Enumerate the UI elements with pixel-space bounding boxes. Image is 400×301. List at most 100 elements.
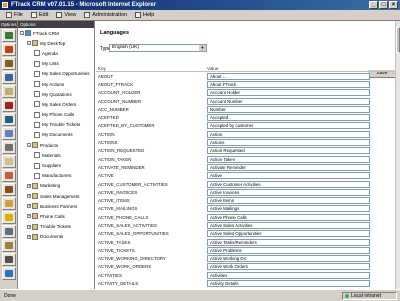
window-controls: _ □ × (369, 1, 398, 9)
row-value-input[interactable]: Active Sales Activities (207, 221, 370, 229)
expand-icon[interactable]: + (27, 224, 31, 229)
tree-node[interactable]: Agenda (18, 48, 94, 58)
toolbar-chart-button[interactable] (2, 127, 16, 140)
toolbar-book-button[interactable] (2, 57, 16, 70)
row-value-input[interactable]: Accepted (207, 114, 370, 122)
row-value-input[interactable]: Activate Reminder (207, 163, 370, 171)
tree-node[interactable]: My Sales Opportunities (18, 69, 94, 79)
row-value-input[interactable]: Active Tasks/Reminders (207, 238, 370, 246)
menu-help[interactable]: Help (132, 11, 157, 20)
menu-edit[interactable]: Edit (28, 11, 51, 20)
row-key: ACTIVE_WORKING_DIRECTORY (98, 256, 166, 262)
row-value-input[interactable]: Number (207, 105, 370, 113)
people-icon (5, 172, 13, 179)
tree-node[interactable]: Suppliers (18, 160, 94, 170)
row-value-input[interactable]: Active Invoices (207, 188, 370, 196)
tree-node[interactable]: Manufacturers (18, 171, 94, 181)
row-value-input[interactable]: Actions (207, 139, 370, 147)
row-value-input[interactable]: Account Holder (207, 89, 370, 97)
row-value-input[interactable]: Active Customer Activities (207, 180, 370, 188)
vertical-scrollbar[interactable] (395, 21, 400, 289)
chevron-down-icon[interactable]: ▼ (199, 45, 206, 51)
row-value-input[interactable]: Active Phone Calls (207, 213, 370, 221)
tree-node[interactable]: My Sales Orders (18, 99, 94, 109)
row-value-input[interactable]: Activity Details (207, 280, 370, 288)
minimize-button[interactable]: _ (369, 1, 378, 9)
row-value-input[interactable]: Activities (207, 271, 370, 279)
type-select[interactable]: English (UK) ▼ (109, 44, 207, 52)
table-row: ACEPTED Accepted (96, 113, 400, 122)
row-value-input[interactable]: Account Number (207, 97, 370, 105)
printer-icon (5, 256, 13, 263)
toolbar-people-button[interactable] (2, 169, 16, 182)
expand-icon[interactable]: + (27, 234, 31, 239)
expand-icon[interactable]: + (27, 194, 31, 199)
tree-node[interactable]: + Documents (18, 232, 94, 242)
row-value-input[interactable]: Active Problems (207, 246, 370, 254)
expand-icon[interactable]: + (27, 204, 31, 209)
toolbar-key-button[interactable] (2, 239, 16, 252)
toolbar-folder-button[interactable] (2, 197, 16, 210)
tree-node[interactable]: My Lists (18, 59, 94, 69)
toolbar-tools-button[interactable] (2, 141, 16, 154)
row-value-input[interactable]: Active Items (207, 197, 370, 205)
tree-node[interactable]: My Documents (18, 130, 94, 140)
expand-icon[interactable]: + (27, 183, 31, 188)
scrollbar-thumb[interactable] (396, 27, 400, 53)
row-value-input[interactable]: Active Working Dir. (207, 255, 370, 263)
navigation-tree: Options - FTrack CRM - My DeskTop Agenda My L… (18, 21, 95, 289)
menu-view[interactable]: View (53, 11, 79, 20)
toolbar-calendar-button[interactable] (2, 43, 16, 56)
close-button[interactable]: × (389, 1, 398, 9)
menu-administration[interactable]: Administration (81, 11, 130, 20)
tree-node[interactable]: My Trouble Tickets (18, 120, 94, 130)
row-value-input[interactable]: Active Mailings (207, 205, 370, 213)
collapse-icon[interactable]: - (27, 41, 31, 46)
ie-app-icon (2, 2, 8, 8)
toolbar-gear-button[interactable] (2, 225, 16, 238)
row-value-input[interactable]: About ... (207, 72, 370, 80)
maximize-button[interactable]: □ (379, 1, 388, 9)
tree-node[interactable]: + Phone Calls (18, 211, 94, 221)
tree-node[interactable]: + Sales Management (18, 191, 94, 201)
tree-node[interactable]: My Phone Calls (18, 110, 94, 120)
row-value-input[interactable]: Action Requested (207, 147, 370, 155)
row-value-input[interactable]: Active Sales Opportunities (207, 230, 370, 238)
toolbar-calendar-grid-button[interactable] (2, 71, 16, 84)
toolbar-briefcase-button[interactable] (2, 183, 16, 196)
tree-node[interactable]: My Quotations (18, 89, 94, 99)
collapse-icon[interactable]: - (20, 31, 24, 36)
collapse-icon[interactable]: - (27, 143, 31, 148)
row-value-input[interactable]: Action (207, 130, 370, 138)
tree-node[interactable]: - FTrack CRM (18, 28, 94, 38)
tree-node[interactable]: My Actions (18, 79, 94, 89)
toolbar-document-button[interactable] (2, 155, 16, 168)
row-key: ACC_NUMBER (98, 106, 129, 112)
toolbar-cart-button[interactable] (2, 113, 16, 126)
tree-node[interactable]: - Products (18, 140, 94, 150)
row-value-input[interactable]: Active (207, 172, 370, 180)
row-value-input[interactable]: Action Taken (207, 155, 370, 163)
tree-node[interactable]: Materials (18, 150, 94, 160)
tree-node[interactable]: + Trouble Tickets (18, 222, 94, 232)
toolbar-printer-button[interactable] (2, 253, 16, 266)
toolbar-warning-button[interactable] (2, 211, 16, 224)
toolbar-phone-button[interactable] (2, 99, 16, 112)
row-key: ACTIVE_SALES_ACTIVITIES (98, 222, 157, 228)
tree-node[interactable]: + Marketing (18, 181, 94, 191)
toolbar-exit-button[interactable] (2, 267, 16, 280)
expand-icon[interactable]: + (27, 214, 31, 219)
table-row: ACTIVE_WORK_ORDERS Active Work Orders (96, 263, 400, 271)
tree-node[interactable]: - My DeskTop (18, 38, 94, 48)
row-value-input[interactable]: About FTrack (207, 80, 370, 88)
toolbar-notepad-button[interactable] (2, 85, 16, 98)
tree-header: Options (18, 21, 94, 28)
content-area: Options Options - FTrack CRM - My DeskTop Ag… (0, 21, 400, 289)
menu-file[interactable]: File (3, 11, 26, 20)
page-icon (34, 131, 40, 138)
folder-icon (32, 182, 38, 189)
tree-node[interactable]: + Business Partners (18, 201, 94, 211)
toolbar-home-button[interactable] (2, 29, 16, 42)
row-value-input[interactable]: Active Work Orders (207, 263, 370, 271)
row-value-input[interactable]: Accepted by customer (207, 122, 370, 130)
